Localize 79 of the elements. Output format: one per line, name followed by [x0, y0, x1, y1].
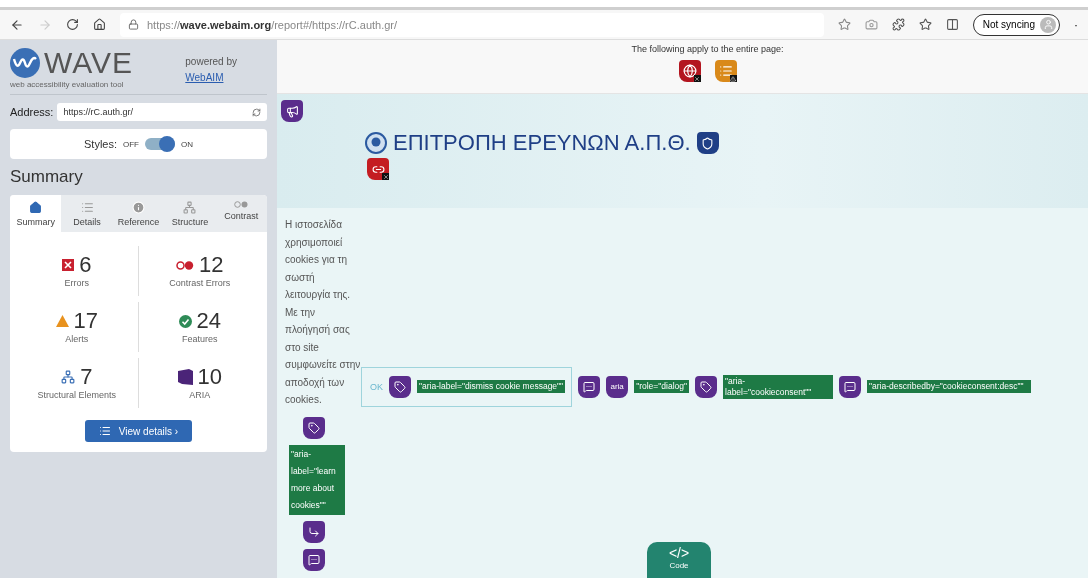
reload-icon[interactable]	[252, 107, 261, 117]
tag-icon	[303, 416, 325, 439]
dialog-icon	[303, 548, 325, 571]
check-icon	[178, 314, 192, 328]
reload-icon[interactable]	[66, 18, 79, 31]
on-label: ON	[181, 139, 193, 149]
address-bar[interactable]: https://wave.webaim.org/report#/https://rC.auth.gr/	[120, 12, 824, 37]
circles-icon	[234, 201, 249, 208]
notice-text: The following apply to the entire page:	[631, 44, 784, 54]
stat-label: Alerts	[65, 334, 89, 344]
avatar-icon	[1040, 16, 1056, 33]
stat-count: 17	[73, 308, 98, 334]
collections-icon[interactable]	[945, 18, 959, 31]
address-field[interactable]: https://rC.auth.gr/	[57, 103, 267, 121]
error-icon	[62, 259, 75, 271]
more-menu[interactable]: ·	[1074, 17, 1078, 32]
panel-tab[interactable]: Structure	[164, 195, 216, 232]
favorites-icon[interactable]	[918, 18, 932, 31]
tag-icon	[389, 375, 411, 398]
panel-tab[interactable]: Contrast	[215, 195, 267, 232]
cookie-message: Η ιστοσελίδα χρησιμοποιεί cookies για τη σωστή λειτουργία της. Με την πλοήγησή σας στο site συμφωνείτε στην αποδοχή των cookies.	[285, 218, 361, 407]
back-icon[interactable]	[10, 17, 24, 32]
panel-tab[interactable]: Summary	[10, 195, 62, 232]
code-button[interactable]: </> Code	[647, 542, 711, 578]
list-icon	[98, 425, 111, 437]
aria-label-tag: "aria-label="cookieconsent""	[723, 374, 834, 399]
warning-icon	[55, 315, 69, 327]
aria-label-tag: "aria-label="learn more about cookies""	[289, 444, 345, 515]
home-icon	[29, 201, 43, 214]
shield-icon	[696, 132, 719, 154]
aria-icon	[177, 369, 193, 385]
profile-button[interactable]: Not syncing	[972, 13, 1060, 36]
off-label: OFF	[123, 139, 139, 149]
tagline: web accessibility evaluation tool	[10, 80, 125, 89]
stat-count: 7	[80, 364, 93, 390]
aria-label-tag: "aria-label="dismiss cookie message""	[417, 380, 566, 393]
stat-count: 6	[79, 252, 92, 278]
document-icon	[714, 60, 737, 82]
redirect-icon	[303, 520, 325, 543]
megaphone-icon	[281, 100, 303, 122]
panel-tab[interactable]: Details	[61, 195, 113, 232]
stat-label: Errors	[64, 278, 89, 288]
comment-icon	[839, 375, 862, 398]
hierarchy-icon	[61, 370, 76, 384]
summary-heading: Summary	[10, 167, 84, 187]
powered-by-text: powered by	[185, 56, 237, 67]
aria-describedby-tag: "aria-describedby="cookieconsent:desc""	[867, 380, 1032, 393]
stat-label: Structural Elements	[37, 390, 116, 400]
role-tag: "role="dialog"	[634, 380, 690, 393]
contrast-icon	[176, 260, 194, 270]
webaim-link[interactable]: WebAIM	[185, 72, 224, 83]
styles-label: Styles:	[84, 138, 117, 150]
dialog-icon	[578, 375, 601, 398]
extensions-icon[interactable]	[891, 18, 905, 31]
url-text: https://wave.webaim.org/report#/https://rC.auth.gr/	[147, 18, 398, 31]
tag-icon	[695, 375, 718, 398]
stat-label: ARIA	[189, 390, 211, 400]
stat-label: Contrast Errors	[169, 278, 231, 288]
panel-tab[interactable]: Reference	[112, 195, 165, 232]
lock-icon	[128, 19, 139, 30]
list-icon	[80, 201, 94, 214]
stat-count: 24	[196, 308, 221, 334]
stat-count: 12	[199, 252, 224, 278]
stat-count: 10	[197, 364, 222, 390]
address-label: Address:	[10, 106, 54, 118]
aria-badge: aria	[606, 375, 629, 398]
wave-logo-icon	[10, 48, 40, 78]
styles-toggle[interactable]	[145, 138, 175, 150]
stat-label: Features	[182, 334, 218, 344]
site-title: ΕΠΙΤΡΟΠΗ ΕΡΕΥΝΩΝ Α.Π.Θ.	[393, 130, 691, 156]
view-details-button[interactable]: View details ›	[84, 420, 193, 442]
wave-logo-text: WAVE	[44, 46, 133, 80]
info-icon	[132, 201, 145, 214]
emblem-icon	[365, 132, 387, 154]
favorite-icon[interactable]	[837, 18, 851, 31]
globe-icon	[678, 60, 701, 82]
hierarchy-icon	[183, 201, 197, 214]
home-icon[interactable]	[93, 18, 106, 31]
link-icon	[367, 158, 389, 180]
